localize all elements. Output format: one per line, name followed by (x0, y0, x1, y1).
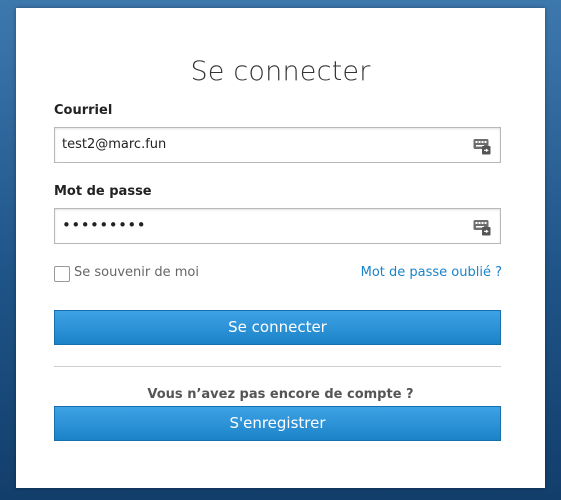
password-value: ••••••••• (62, 216, 147, 234)
register-button[interactable]: S'enregistrer (54, 406, 501, 441)
password-field[interactable]: ••••••••• (54, 208, 501, 244)
divider (54, 366, 501, 367)
no-account-text: Vous n’avez pas encore de compte ? (147, 387, 414, 402)
login-button[interactable]: Se connecter (54, 310, 501, 345)
keyboard-icon[interactable] (473, 218, 491, 236)
page-title: Se connecter (190, 56, 371, 87)
remember-me-checkbox[interactable] (54, 266, 70, 282)
remember-me-label[interactable]: Se souvenir de moi (74, 265, 199, 280)
email-label: Courriel (54, 103, 113, 118)
login-card: Se connecter Courriel test2@marc.fun Mot… (16, 8, 545, 488)
forgot-password-link[interactable]: Mot de passe oublié ? (361, 265, 502, 280)
keyboard-icon[interactable] (473, 137, 491, 155)
password-label: Mot de passe (54, 184, 152, 199)
email-value: test2@marc.fun (62, 137, 167, 152)
email-field[interactable]: test2@marc.fun (54, 127, 501, 163)
